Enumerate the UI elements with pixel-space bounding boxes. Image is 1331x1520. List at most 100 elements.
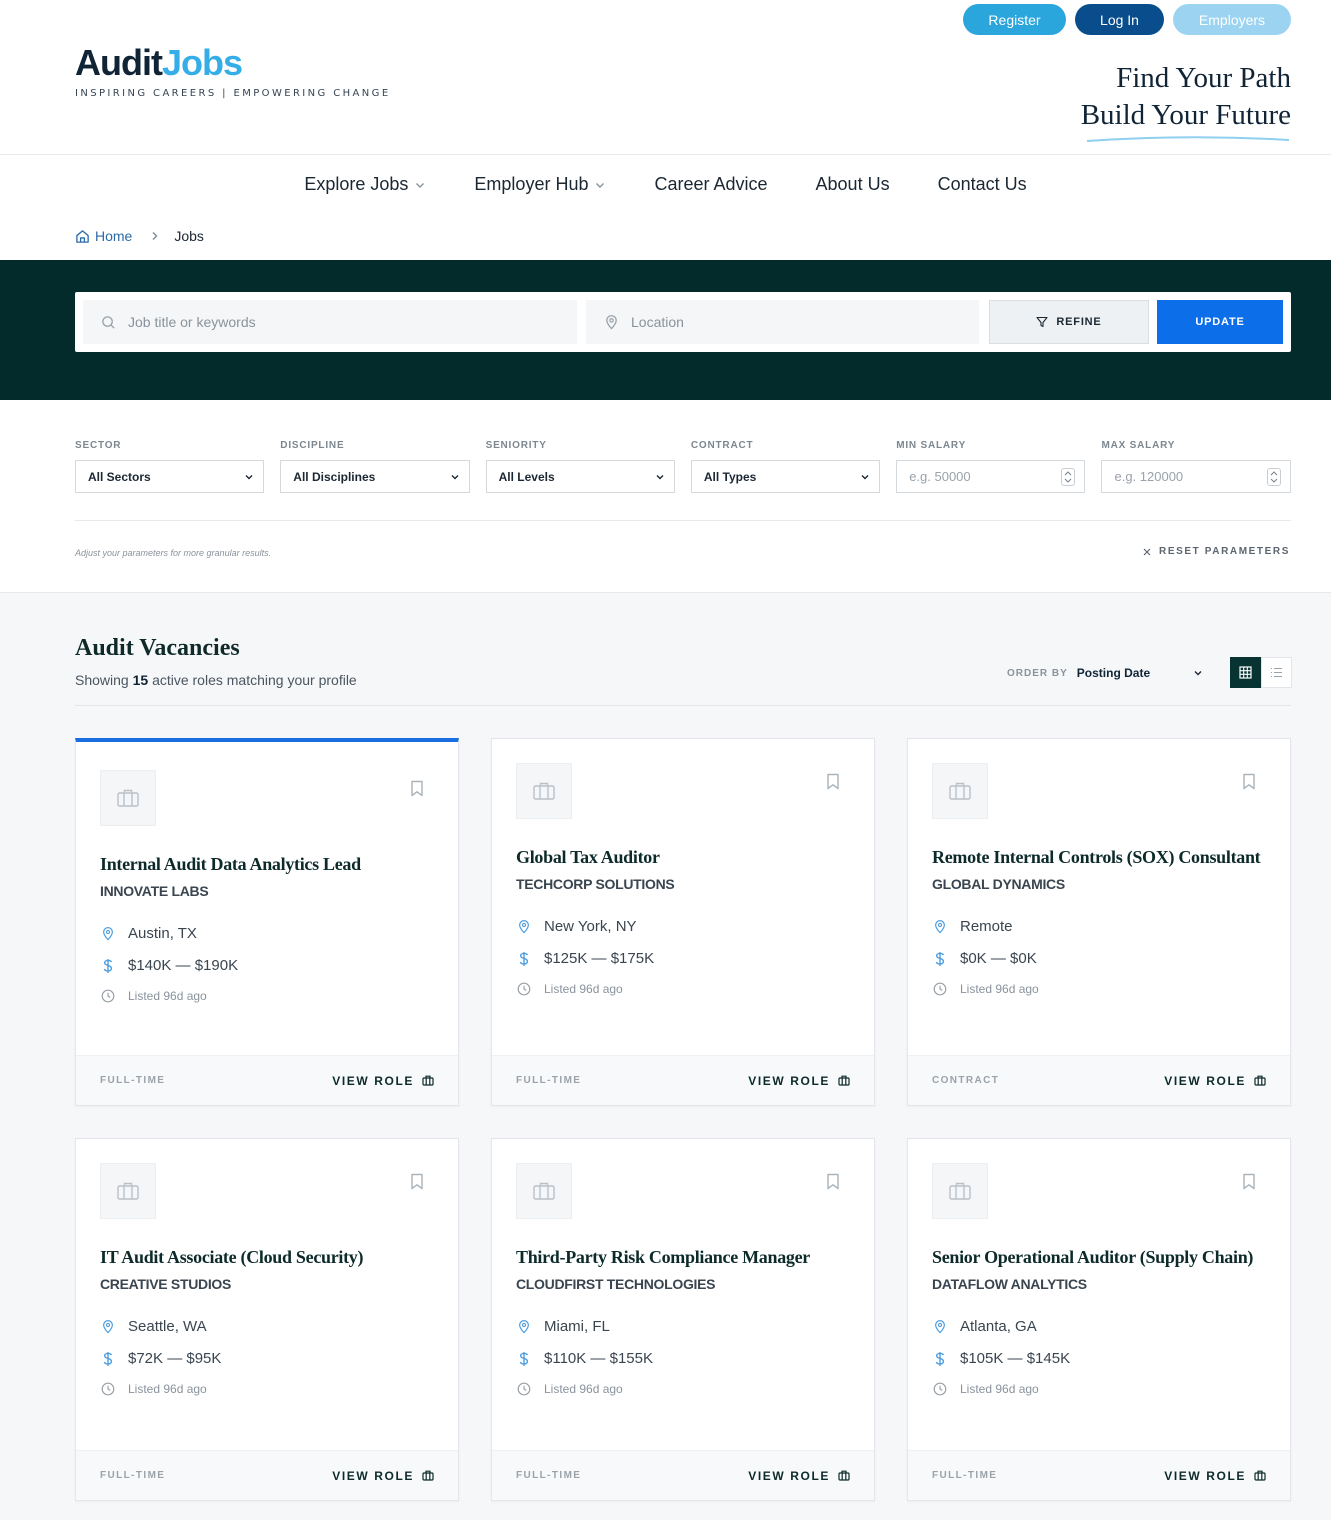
- job-card[interactable]: Third-Party Risk Compliance Manager CLOUD…: [491, 1138, 875, 1501]
- nav-explore-jobs-label: Explore Jobs: [304, 174, 409, 194]
- job-title[interactable]: Remote Internal Controls (SOX) Consultan…: [932, 847, 1261, 868]
- view-role-button[interactable]: VIEW ROLE: [748, 1074, 850, 1088]
- nav-explore-jobs[interactable]: Explore Jobs: [304, 174, 426, 195]
- job-type-badge: FULL-TIME: [100, 1470, 166, 1481]
- bookmark-icon[interactable]: [410, 1173, 424, 1190]
- job-salary-text: $125K — $175K: [544, 950, 655, 967]
- max-salary-input[interactable]: e.g. 120000: [1101, 460, 1291, 493]
- job-listed-text: Listed 96d ago: [960, 1382, 1039, 1396]
- map-pin-icon: [932, 919, 948, 934]
- job-location-text: Remote: [960, 918, 1013, 935]
- clock-icon: [932, 1382, 948, 1396]
- job-title[interactable]: Senior Operational Auditor (Supply Chain…: [932, 1247, 1253, 1268]
- search-icon: [101, 315, 116, 330]
- job-title[interactable]: Internal Audit Data Analytics Lead: [100, 854, 361, 875]
- job-card[interactable]: Senior Operational Auditor (Supply Chain…: [907, 1138, 1291, 1501]
- view-role-button[interactable]: VIEW ROLE: [1164, 1469, 1266, 1483]
- contract-select-value: All Types: [703, 469, 757, 484]
- filter-icon: [1036, 316, 1048, 328]
- bookmark-icon[interactable]: [1242, 1173, 1256, 1190]
- job-salary-text: $105K — $145K: [960, 1350, 1071, 1367]
- location-input[interactable]: Location: [586, 300, 979, 344]
- sector-select[interactable]: All Sectors: [75, 460, 265, 493]
- number-stepper-icon[interactable]: [1266, 467, 1281, 486]
- refine-button[interactable]: REFINE: [989, 300, 1149, 344]
- job-card[interactable]: Internal Audit Data Analytics Lead INNOVA…: [75, 738, 459, 1106]
- bookmark-icon[interactable]: [410, 780, 424, 797]
- bookmark-icon[interactable]: [826, 1173, 840, 1190]
- number-stepper-icon[interactable]: [1061, 467, 1076, 486]
- nav-about-us[interactable]: About Us: [816, 174, 890, 195]
- job-listed-text: Listed 96d ago: [128, 1382, 207, 1396]
- breadcrumb-home-label: Home: [95, 228, 133, 244]
- dollar-icon: [516, 951, 532, 967]
- breadcrumb-current: Jobs: [174, 228, 204, 244]
- bookmark-icon[interactable]: [826, 773, 840, 790]
- briefcase-icon: [116, 788, 140, 808]
- results-title: Audit Vacancies: [75, 635, 240, 661]
- list-view-button[interactable]: [1261, 657, 1292, 688]
- seniority-select[interactable]: All Levels: [485, 460, 675, 493]
- filter-row: SECTOR All Sectors DISCIPLINE All Discip…: [75, 440, 1291, 493]
- chevron-down-icon: [596, 182, 605, 188]
- view-role-button[interactable]: VIEW ROLE: [332, 1469, 434, 1483]
- min-salary-placeholder: e.g. 50000: [909, 469, 971, 484]
- view-role-button[interactable]: VIEW ROLE: [332, 1074, 434, 1088]
- job-location-text: New York, NY: [544, 918, 637, 935]
- grid-view-button[interactable]: [1230, 657, 1261, 688]
- update-button[interactable]: UPDATE: [1157, 300, 1283, 344]
- job-title[interactable]: Global Tax Auditor: [516, 847, 660, 868]
- results-count-number: 15: [132, 672, 149, 688]
- logo-wordmark: AuditJobs: [75, 44, 391, 82]
- job-card[interactable]: IT Audit Associate (Cloud Security) CREAT…: [75, 1138, 459, 1501]
- job-card[interactable]: Global Tax Auditor TECHCORP SOLUTIONS New …: [491, 738, 875, 1106]
- job-card-footer: FULL-TIME VIEW ROLE: [76, 1450, 458, 1500]
- job-title[interactable]: IT Audit Associate (Cloud Security): [100, 1247, 364, 1268]
- slogan-line-2: Build Your Future: [1080, 99, 1291, 131]
- clock-icon: [100, 989, 116, 1003]
- site-logo[interactable]: AuditJobs INSPIRING CAREERS | EMPOWERING…: [75, 44, 391, 100]
- company-logo-placeholder: [516, 763, 572, 819]
- filter-contract: CONTRACT All Types: [690, 440, 881, 493]
- discipline-select[interactable]: All Disciplines: [280, 460, 470, 493]
- job-listed: Listed 96d ago: [100, 989, 207, 1003]
- grid-icon: [1239, 666, 1252, 679]
- job-listed-text: Listed 96d ago: [128, 989, 207, 1003]
- job-title[interactable]: Third-Party Risk Compliance Manager: [516, 1247, 810, 1268]
- company-name: GLOBAL DYNAMICS: [932, 876, 1065, 892]
- job-salary-text: $72K — $95K: [128, 1350, 222, 1367]
- register-button[interactable]: Register: [963, 4, 1066, 35]
- login-button[interactable]: Log In: [1075, 4, 1164, 35]
- view-role-button[interactable]: VIEW ROLE: [1164, 1074, 1266, 1088]
- map-pin-icon: [516, 919, 532, 934]
- refine-label: REFINE: [1056, 316, 1102, 328]
- job-location: Remote: [932, 918, 1013, 935]
- job-salary: $105K — $145K: [932, 1350, 1070, 1367]
- chevron-down-icon: [416, 182, 425, 188]
- breadcrumb-home[interactable]: Home: [75, 228, 132, 244]
- job-card[interactable]: Remote Internal Controls (SOX) Consultan…: [907, 738, 1291, 1106]
- chevron-down-icon: [656, 474, 664, 479]
- bookmark-icon[interactable]: [1242, 773, 1256, 790]
- clock-icon: [516, 982, 532, 996]
- reset-parameters-button[interactable]: RESET PARAMETERS: [1143, 546, 1290, 557]
- chevron-down-icon[interactable]: [1193, 668, 1203, 678]
- order-by-select[interactable]: Posting Date: [1077, 666, 1193, 680]
- view-role-label: VIEW ROLE: [748, 1468, 830, 1483]
- briefcase-icon: [116, 1181, 140, 1201]
- filter-seniority: SENIORITY All Levels: [485, 440, 675, 493]
- keywords-input[interactable]: Job title or keywords: [83, 300, 577, 344]
- company-name: CLOUDFIRST TECHNOLOGIES: [516, 1276, 716, 1292]
- nav-employer-hub[interactable]: Employer Hub: [474, 174, 606, 195]
- seniority-select-value: All Levels: [498, 469, 555, 484]
- sector-select-value: All Sectors: [88, 469, 151, 484]
- job-card-footer: FULL-TIME VIEW ROLE: [492, 1055, 874, 1105]
- job-listed: Listed 96d ago: [516, 982, 623, 996]
- nav-contact-us[interactable]: Contact Us: [938, 174, 1027, 195]
- dollar-icon: [932, 1351, 948, 1367]
- min-salary-input[interactable]: e.g. 50000: [896, 460, 1086, 493]
- employers-button[interactable]: Employers: [1173, 4, 1291, 35]
- view-role-button[interactable]: VIEW ROLE: [748, 1469, 850, 1483]
- nav-career-advice[interactable]: Career Advice: [654, 174, 767, 195]
- contract-select[interactable]: All Types: [690, 460, 881, 493]
